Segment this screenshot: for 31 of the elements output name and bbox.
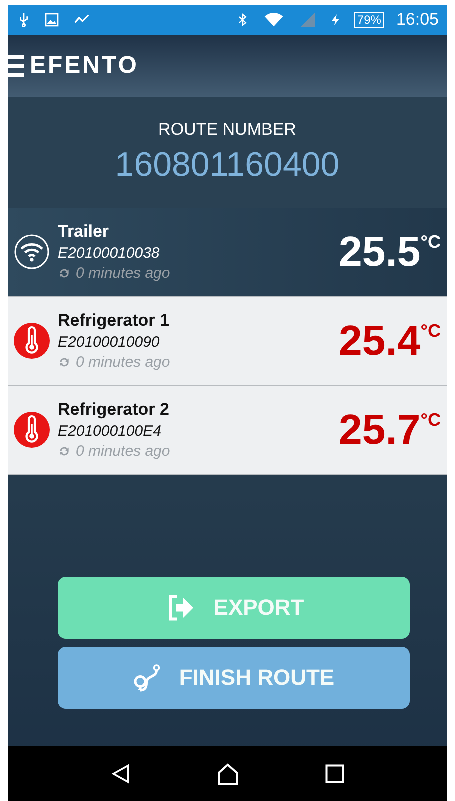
wifi-icon	[14, 234, 50, 270]
sensor-id: E20100010038	[58, 245, 161, 262]
temperature-value: 25.7	[339, 406, 421, 454]
last-updated: 0 minutes ago	[76, 265, 170, 282]
refresh-icon	[58, 267, 71, 280]
last-updated: 0 minutes ago	[76, 354, 170, 371]
sensor-name: Refrigerator 1	[58, 311, 170, 331]
route-label: ROUTE NUMBER	[158, 120, 296, 140]
sensor-id: E201000100E4	[58, 423, 162, 440]
sensor-name: Refrigerator 2	[58, 400, 170, 420]
sensor-name: Trailer	[58, 222, 110, 242]
cell-signal-icon	[298, 11, 318, 29]
recents-icon	[324, 762, 346, 784]
temperature-unit: °C	[420, 321, 441, 342]
temperature-unit: °C	[420, 232, 441, 253]
temperature-value: 25.5	[339, 228, 421, 276]
last-updated: 0 minutes ago	[76, 443, 170, 460]
sensor-id: E20100010090	[58, 334, 161, 351]
image-icon	[44, 12, 60, 28]
battery-level: 79%	[354, 12, 384, 28]
thermometer-icon	[14, 323, 50, 359]
app-logo: EFENTO	[30, 52, 139, 80]
refresh-icon	[58, 445, 71, 458]
clock: 16:05	[396, 10, 439, 30]
route-number: 160801160400	[115, 146, 340, 185]
temperature-value: 25.4	[339, 317, 421, 365]
back-icon	[110, 762, 132, 784]
temperature-unit: °C	[420, 410, 441, 431]
thermometer-icon	[14, 412, 50, 448]
menu-icon	[8, 53, 24, 79]
refresh-icon	[58, 356, 71, 369]
